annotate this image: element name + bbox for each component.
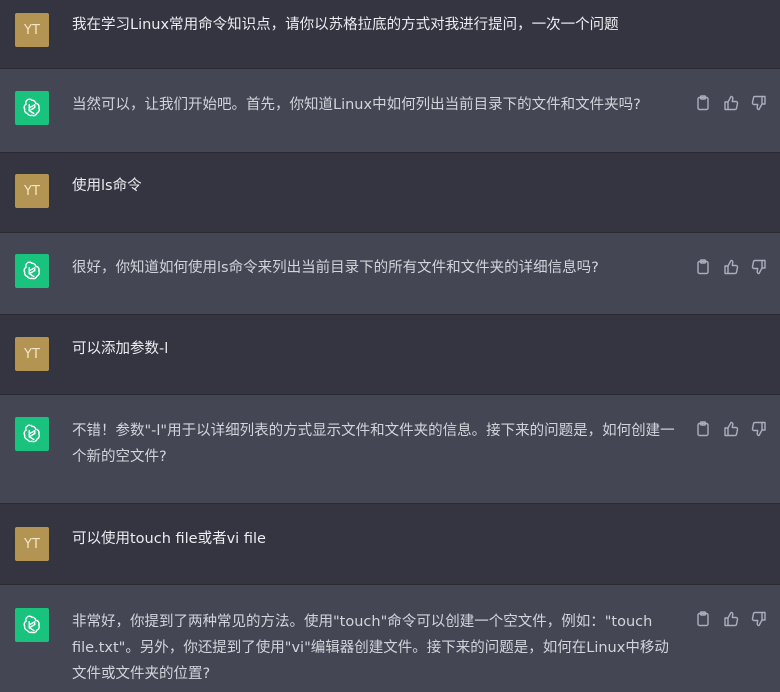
user-message-text: 可以添加参数-l xyxy=(72,341,169,357)
user-message-text: 可以使用touch file或者vi file xyxy=(72,531,266,547)
thumbs-up-icon[interactable] xyxy=(722,94,740,112)
message-row-assistant: 当然可以，让我们开始吧。首先，你知道Linux中如何列出当前目录下的文件和文件夹… xyxy=(0,69,780,153)
thumbs-down-icon[interactable] xyxy=(750,258,768,276)
assistant-message-text: 非常好，你提到了两种常见的方法。使用"touch"命令可以创建一个空文件，例如：… xyxy=(72,614,669,682)
thumbs-down-icon[interactable] xyxy=(750,94,768,112)
message-row-assistant: 很好，你知道如何使用ls命令来列出当前目录下的所有文件和文件夹的详细信息吗? xyxy=(0,233,780,315)
message-row-assistant: 非常好，你提到了两种常见的方法。使用"touch"命令可以创建一个空文件，例如：… xyxy=(0,585,780,692)
assistant-message-text: 当然可以，让我们开始吧。首先，你知道Linux中如何列出当前目录下的文件和文件夹… xyxy=(72,97,641,113)
thumbs-down-icon[interactable] xyxy=(750,610,768,628)
user-message-text: 我在学习Linux常用命令知识点，请你以苏格拉底的方式对我进行提问，一次一个问题 xyxy=(72,17,619,33)
clipboard-icon[interactable] xyxy=(694,610,712,628)
user-message-text: 使用ls命令 xyxy=(72,178,142,194)
clipboard-icon[interactable] xyxy=(694,420,712,438)
clipboard-icon[interactable] xyxy=(694,258,712,276)
user-avatar: YT xyxy=(15,13,49,47)
openai-logo-icon xyxy=(15,608,49,642)
message-row-user: YT 我在学习Linux常用命令知识点，请你以苏格拉底的方式对我进行提问，一次一… xyxy=(0,0,780,69)
assistant-message-text: 不错！参数"-l"用于以详细列表的方式显示文件和文件夹的信息。接下来的问题是，如… xyxy=(72,423,675,465)
message-row-user: YT 可以使用touch file或者vi file xyxy=(0,504,780,585)
thumbs-up-icon[interactable] xyxy=(722,610,740,628)
user-avatar: YT xyxy=(15,337,49,371)
openai-logo-icon xyxy=(15,254,49,288)
message-row-assistant: 不错！参数"-l"用于以详细列表的方式显示文件和文件夹的信息。接下来的问题是，如… xyxy=(0,395,780,504)
message-row-user: YT 使用ls命令 xyxy=(0,153,780,233)
thumbs-up-icon[interactable] xyxy=(722,420,740,438)
clipboard-icon[interactable] xyxy=(694,94,712,112)
thumbs-up-icon[interactable] xyxy=(722,258,740,276)
message-actions xyxy=(694,258,768,276)
message-actions xyxy=(694,610,768,628)
openai-logo-icon xyxy=(15,417,49,451)
user-avatar: YT xyxy=(15,527,49,561)
assistant-message-text: 很好，你知道如何使用ls命令来列出当前目录下的所有文件和文件夹的详细信息吗? xyxy=(72,260,599,276)
user-avatar: YT xyxy=(15,174,49,208)
thumbs-down-icon[interactable] xyxy=(750,420,768,438)
message-actions xyxy=(694,94,768,112)
message-row-user: YT 可以添加参数-l xyxy=(0,315,780,395)
openai-logo-icon xyxy=(15,91,49,125)
message-actions xyxy=(694,420,768,438)
